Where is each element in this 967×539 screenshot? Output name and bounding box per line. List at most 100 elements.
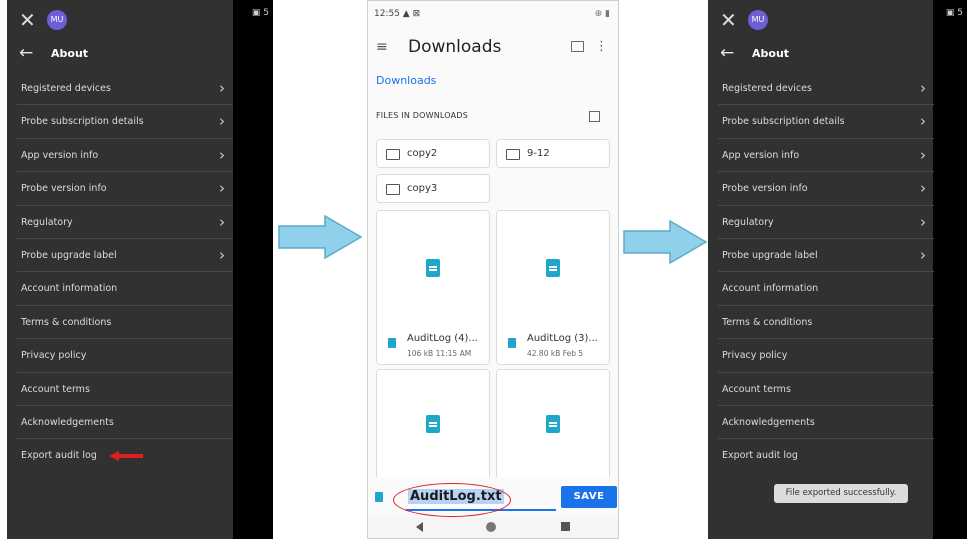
menu-item-label: Terms & conditions bbox=[21, 316, 112, 328]
file-card[interactable] bbox=[376, 369, 490, 484]
menu-item-registered-devices[interactable]: Registered devices › bbox=[718, 72, 934, 106]
menu-item-label: Terms & conditions bbox=[722, 316, 813, 328]
nav-home-icon[interactable] bbox=[486, 522, 496, 532]
chevron-right-icon: › bbox=[920, 112, 926, 131]
menu-item-terms[interactable]: Terms & conditions bbox=[17, 306, 233, 340]
menu-item-registered-devices[interactable]: Registered devices › bbox=[17, 72, 233, 106]
menu-item-account-information[interactable]: Account information bbox=[718, 272, 934, 306]
menu-item-account-terms[interactable]: Account terms bbox=[17, 373, 233, 406]
avatar[interactable]: MU bbox=[47, 10, 67, 30]
chevron-right-icon: › bbox=[920, 179, 926, 198]
menu-item-label: Probe upgrade label bbox=[722, 249, 818, 261]
menu-item-label: Probe version info bbox=[722, 183, 808, 195]
right-phone-screen: ✕ MU ▣ 5 ← About Registered devices › Pro… bbox=[708, 0, 967, 539]
menu-item-privacy[interactable]: Privacy policy bbox=[718, 339, 934, 373]
folder-icon bbox=[386, 184, 400, 195]
folder-item[interactable]: 9-12 bbox=[496, 139, 610, 168]
close-icon[interactable]: ✕ bbox=[720, 8, 737, 32]
menu-icon[interactable]: ≡ bbox=[376, 39, 388, 55]
annotation-arrow-icon bbox=[109, 451, 143, 462]
folder-name: copy2 bbox=[407, 148, 438, 159]
document-icon bbox=[388, 338, 396, 348]
flow-arrow-icon bbox=[278, 214, 363, 260]
avatar[interactable]: MU bbox=[748, 10, 768, 30]
chevron-right-icon: › bbox=[219, 245, 225, 264]
chevron-right-icon: › bbox=[920, 145, 926, 164]
nav-recents-icon[interactable] bbox=[561, 522, 570, 531]
chevron-right-icon: › bbox=[219, 145, 225, 164]
save-button[interactable]: SAVE bbox=[561, 486, 617, 508]
file-card[interactable] bbox=[496, 369, 610, 484]
file-meta: 42.80 kB Feb 5 bbox=[527, 349, 584, 358]
menu-item-probe-version[interactable]: Probe version info › bbox=[718, 172, 934, 206]
close-icon[interactable]: ✕ bbox=[19, 8, 36, 32]
file-card[interactable]: AuditLog (3)... 42.80 kB Feb 5 bbox=[496, 210, 610, 365]
document-icon bbox=[375, 492, 383, 502]
back-arrow-icon[interactable]: ← bbox=[19, 43, 33, 63]
menu-item-privacy[interactable]: Privacy policy bbox=[17, 339, 233, 373]
menu-item-acknowledgements[interactable]: Acknowledgements bbox=[17, 406, 233, 440]
menu-item-app-version[interactable]: App version info › bbox=[718, 139, 934, 173]
side-panel bbox=[233, 0, 273, 539]
menu-item-label: Regulatory bbox=[21, 216, 73, 228]
status-count: 5 bbox=[957, 8, 963, 18]
menu-item-label: Privacy policy bbox=[21, 350, 87, 362]
menu-item-label: Account terms bbox=[722, 383, 791, 395]
chevron-right-icon: › bbox=[920, 212, 926, 231]
menu-item-app-version[interactable]: App version info › bbox=[17, 139, 233, 173]
menu-item-label: Export audit log bbox=[722, 450, 798, 462]
menu-item-probe-subscription[interactable]: Probe subscription details › bbox=[17, 105, 233, 139]
nav-back-icon[interactable] bbox=[416, 522, 423, 532]
left-phone-screen: ✕ MU ▣ 5 ← About Registered devices › Pro… bbox=[7, 0, 273, 539]
flow-arrow-icon bbox=[623, 219, 708, 265]
menu-item-terms[interactable]: Terms & conditions bbox=[718, 306, 934, 340]
menu-item-regulatory[interactable]: Regulatory › bbox=[718, 206, 934, 239]
menu-item-acknowledgements[interactable]: Acknowledgements bbox=[718, 406, 934, 440]
menu-item-label: Probe subscription details bbox=[21, 116, 144, 128]
menu-item-export-audit-log[interactable]: Export audit log bbox=[17, 439, 233, 472]
menu-item-probe-subscription[interactable]: Probe subscription details › bbox=[718, 105, 934, 139]
folder-item[interactable]: copy3 bbox=[376, 174, 490, 203]
folder-icon bbox=[506, 149, 520, 160]
side-panel bbox=[933, 0, 967, 539]
folder-item[interactable]: copy2 bbox=[376, 139, 490, 168]
section-label: FILES IN DOWNLOADS bbox=[376, 111, 468, 120]
about-menu: Registered devices › Probe subscription d… bbox=[718, 72, 934, 473]
breadcrumb[interactable]: Downloads bbox=[376, 74, 436, 87]
folder-name: copy3 bbox=[407, 183, 438, 194]
status-indicator: ▣ 5 bbox=[945, 8, 963, 18]
file-card[interactable]: AuditLog (4)... 106 kB 11:15 AM bbox=[376, 210, 490, 365]
menu-item-regulatory[interactable]: Regulatory › bbox=[17, 206, 233, 239]
more-options-icon[interactable]: ⋮ bbox=[595, 39, 608, 54]
menu-item-account-terms[interactable]: Account terms bbox=[718, 373, 934, 406]
top-bar: ✕ MU ▣ 5 bbox=[7, 8, 273, 32]
document-icon bbox=[426, 415, 440, 433]
menu-item-probe-version[interactable]: Probe version info › bbox=[17, 172, 233, 206]
menu-item-export-audit-log[interactable]: Export audit log bbox=[718, 439, 934, 472]
document-icon bbox=[508, 338, 516, 348]
about-menu: Registered devices › Probe subscription d… bbox=[17, 72, 233, 473]
status-count: 5 bbox=[263, 8, 269, 18]
new-folder-icon[interactable] bbox=[571, 41, 584, 52]
menu-item-probe-upgrade-label[interactable]: Probe upgrade label › bbox=[718, 239, 934, 273]
menu-item-label: Account terms bbox=[21, 383, 90, 395]
menu-item-probe-upgrade-label[interactable]: Probe upgrade label › bbox=[17, 239, 233, 273]
clock-text: 12:55 bbox=[374, 9, 400, 19]
folder-icon bbox=[386, 149, 400, 160]
chevron-right-icon: › bbox=[219, 112, 225, 131]
menu-item-label: Acknowledgements bbox=[21, 416, 114, 428]
annotation-circle bbox=[393, 483, 511, 517]
file-name: AuditLog (3)... bbox=[527, 333, 598, 344]
menu-item-label: Export audit log bbox=[21, 450, 97, 462]
back-arrow-icon[interactable]: ← bbox=[720, 43, 734, 63]
menu-item-label: App version info bbox=[21, 149, 99, 161]
middle-phone-screen: 12:55 ▲ ⊠ ⊕ ▮ ≡ Downloads ⋮ Downloads FI… bbox=[367, 0, 619, 539]
menu-item-label: Registered devices bbox=[722, 83, 812, 94]
menu-item-label: Probe version info bbox=[21, 183, 107, 195]
document-icon bbox=[426, 259, 440, 277]
grid-view-icon[interactable] bbox=[589, 111, 600, 122]
document-icon bbox=[546, 259, 560, 277]
menu-item-account-information[interactable]: Account information bbox=[17, 272, 233, 306]
chevron-right-icon: › bbox=[219, 179, 225, 198]
menu-item-label: Account information bbox=[722, 283, 819, 295]
